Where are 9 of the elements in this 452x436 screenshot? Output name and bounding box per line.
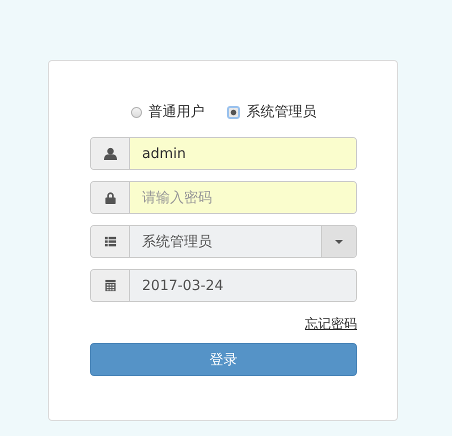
radio-button[interactable] [226,106,240,118]
role-dropdown[interactable]: 系统管理员 [130,226,356,257]
radio-button[interactable] [130,106,142,118]
forgot-password-link[interactable]: 忘记密码 [305,315,357,333]
radio-label: 系统管理员 [246,103,316,121]
login-button[interactable]: 登录 [90,343,357,376]
radio-label: 普通用户 [148,103,204,121]
caret-icon [335,240,343,244]
list-icon [104,235,116,248]
